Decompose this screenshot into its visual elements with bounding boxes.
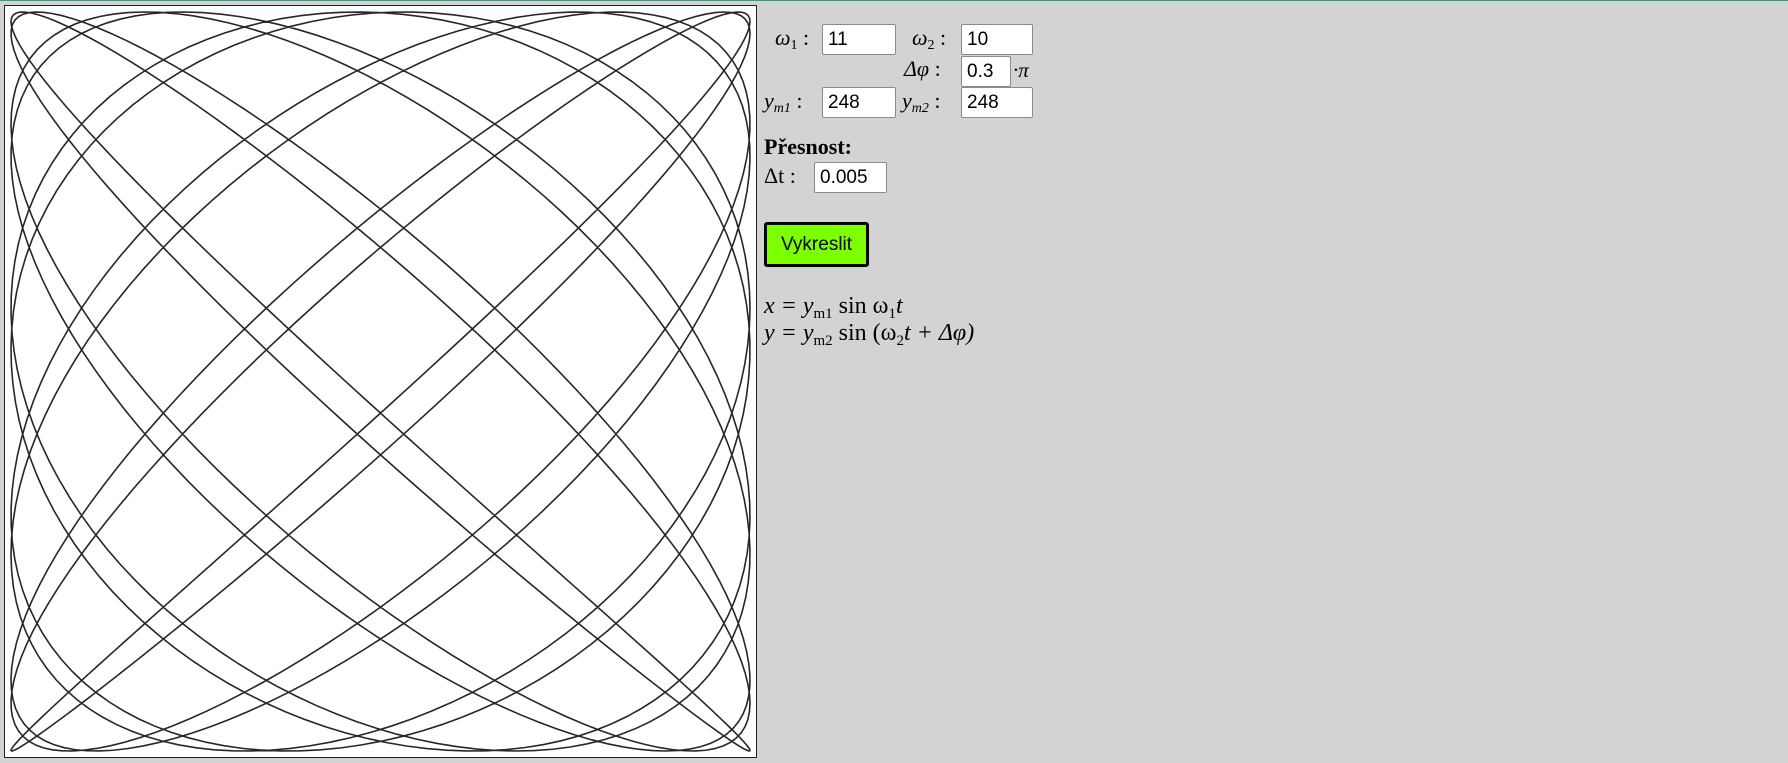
omega1-label: ω1 : — [775, 25, 810, 53]
delta-phi-label: Δφ : — [904, 56, 941, 81]
dt-input[interactable] — [814, 162, 887, 193]
lissajous-curve — [10, 11, 751, 752]
formula-y: y = ym2 sin (ω2t + Δφ) — [764, 320, 975, 349]
dt-label: Δt : — [764, 163, 796, 188]
controls-panel: ω1 : ω2 : Δφ : ·π ym1 : ym2 : Přesnost: … — [763, 10, 1063, 370]
omega2-input[interactable] — [961, 24, 1033, 55]
ym1-input[interactable] — [822, 87, 896, 118]
precision-heading: Přesnost: — [764, 134, 852, 159]
ym2-label: ym2 : — [902, 88, 941, 116]
pi-suffix: ·π — [1013, 58, 1029, 82]
formula-x: x = ym1 sin ω1t — [764, 293, 903, 322]
lissajous-plot — [10, 11, 751, 752]
ym1-label: ym1 : — [764, 88, 803, 116]
top-accent-line — [0, 0, 1788, 1]
draw-button[interactable]: Vykreslit — [764, 222, 869, 267]
delta-phi-input[interactable] — [961, 56, 1011, 87]
ym2-input[interactable] — [961, 87, 1033, 118]
lissajous-canvas — [4, 5, 757, 758]
omega2-label: ω2 : — [912, 25, 947, 53]
omega1-input[interactable] — [822, 24, 896, 55]
